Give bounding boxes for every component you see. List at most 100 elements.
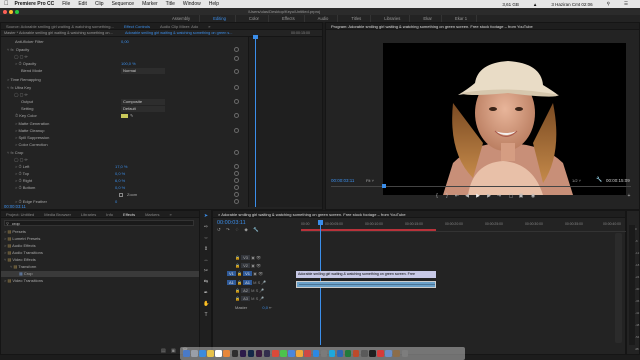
tab-media-browser[interactable]: Media Browser bbox=[39, 212, 76, 217]
word-icon[interactable] bbox=[336, 350, 344, 357]
acrobat-icon[interactable] bbox=[272, 350, 279, 357]
reset-icon[interactable] bbox=[234, 128, 239, 133]
crop-right-value[interactable]: 6,0 % bbox=[115, 178, 125, 184]
tab-sequence[interactable]: × Adorable smiling girl waiting & watchi… bbox=[213, 212, 411, 217]
new-item-icon[interactable]: ▣ bbox=[171, 348, 176, 354]
reset-icon[interactable] bbox=[234, 164, 239, 169]
playhead[interactable] bbox=[255, 37, 256, 207]
terminal-icon[interactable] bbox=[231, 350, 239, 357]
row-opacity-group[interactable]: ˅ fx Opacity bbox=[7, 47, 29, 53]
launchpad-icon[interactable] bbox=[191, 350, 198, 357]
go-to-out-icon[interactable]: ⇥ bbox=[496, 193, 502, 199]
trash-dock-icon[interactable] bbox=[401, 350, 409, 357]
workspace-editing[interactable]: Editing bbox=[204, 15, 236, 22]
tab-audio-clip-mixer[interactable]: Audio Clip Mixer: Ado bbox=[155, 24, 203, 29]
step-forward-icon[interactable]: ▶ bbox=[486, 193, 492, 199]
powerpoint-icon[interactable] bbox=[352, 350, 360, 357]
youtube-icon[interactable] bbox=[377, 350, 384, 357]
app-store-icon[interactable] bbox=[312, 350, 319, 357]
calendar-icon[interactable] bbox=[215, 350, 222, 357]
rolling-edit-tool-icon[interactable]: ⇕ bbox=[203, 246, 209, 252]
close-window-button[interactable] bbox=[3, 9, 7, 14]
apple-icon[interactable]:  bbox=[4, 1, 9, 7]
skype-icon[interactable] bbox=[328, 350, 336, 357]
notes-icon[interactable] bbox=[207, 350, 214, 357]
track-select-tool-icon[interactable]: ⇨ bbox=[203, 224, 209, 230]
mask-tools-crop[interactable]: ◯ ▢ ✏ bbox=[14, 157, 28, 163]
workspace-audio[interactable]: Audio bbox=[309, 15, 339, 22]
folder-icon[interactable] bbox=[385, 350, 392, 357]
video-preview[interactable] bbox=[383, 43, 626, 195]
reset-icon[interactable] bbox=[234, 113, 239, 118]
step-back-icon[interactable]: ◀ bbox=[464, 193, 470, 199]
wifi-icon[interactable]: ▲ bbox=[533, 2, 537, 7]
minimize-window-button[interactable] bbox=[9, 9, 13, 14]
mark-out-icon[interactable]: } bbox=[444, 193, 450, 199]
itunes-icon[interactable] bbox=[304, 350, 311, 357]
photoshop-icon[interactable] bbox=[247, 350, 255, 357]
safari-icon[interactable] bbox=[199, 350, 206, 357]
excel-icon[interactable] bbox=[344, 350, 352, 357]
row-matte-generation[interactable]: ˃ Matte Generation bbox=[15, 121, 49, 127]
row-matte-cleanup[interactable]: ˃ Matte Cleanup bbox=[15, 128, 44, 134]
rate-stretch-tool-icon[interactable]: ↔ bbox=[203, 257, 209, 263]
go-to-in-icon[interactable]: ⇤ bbox=[454, 193, 460, 199]
camera-icon[interactable]: ◉ bbox=[530, 193, 536, 199]
reset-icon[interactable] bbox=[234, 185, 239, 190]
finder-icon[interactable] bbox=[183, 350, 190, 357]
mini-timeline[interactable] bbox=[248, 35, 322, 207]
mark-in-icon[interactable]: { bbox=[434, 193, 440, 199]
ripple-edit-tool-icon[interactable]: ⇔ bbox=[203, 235, 209, 241]
tab-effect-controls[interactable]: Effect Controls bbox=[119, 24, 155, 29]
zoom-window-button[interactable] bbox=[15, 9, 19, 14]
playhead-handle[interactable] bbox=[253, 35, 258, 39]
tree-video-effects[interactable]: ˅ ▤ Video Effects bbox=[4, 257, 36, 263]
workspace-ekar-1[interactable]: Ekar 1 bbox=[446, 15, 478, 22]
track-header-v2[interactable]: 🔒 V2 ▣ 👁 bbox=[235, 263, 261, 269]
setting-select[interactable]: Default bbox=[121, 106, 165, 112]
menu-window[interactable]: Window bbox=[183, 1, 201, 7]
add-button-icon[interactable]: + bbox=[626, 193, 632, 199]
workspace-assembly[interactable]: Assembly bbox=[163, 15, 201, 22]
system-preferences-icon[interactable] bbox=[320, 350, 328, 357]
blend-mode-select[interactable]: Normal bbox=[121, 68, 165, 74]
extract-icon[interactable]: ▣ bbox=[518, 193, 524, 199]
row-color-correction[interactable]: ˃ Color Correction bbox=[15, 142, 48, 148]
mail-icon[interactable] bbox=[288, 350, 295, 357]
reset-icon[interactable] bbox=[234, 178, 239, 183]
tree-transform[interactable]: ˅ ▤ Transform bbox=[10, 264, 36, 270]
search-icon[interactable]: ⚲ bbox=[607, 1, 610, 7]
workspace-color[interactable]: Color bbox=[240, 15, 269, 22]
reset-icon[interactable] bbox=[234, 85, 239, 90]
play-icon[interactable]: ▶ bbox=[475, 193, 481, 199]
tree-lumetri-presets[interactable]: ˃ ▤ Lumetri Presets bbox=[4, 236, 40, 242]
workspace-titles[interactable]: Titles bbox=[342, 15, 372, 22]
edge-feather-value[interactable]: 0 bbox=[115, 199, 117, 205]
tree-video-transitions[interactable]: ˃ ▤ Video Transitions bbox=[4, 278, 43, 284]
screenflow-icon[interactable] bbox=[369, 350, 376, 357]
timeline-timecode[interactable]: 00:00:03:11 bbox=[217, 220, 246, 226]
tab-overflow[interactable]: » bbox=[203, 24, 215, 29]
menu-sequence[interactable]: Sequence bbox=[112, 1, 135, 7]
resolution-select[interactable]: 1/2 ˅ bbox=[572, 178, 581, 183]
tab-program[interactable]: Program: Adorable smiling girl waiting &… bbox=[326, 24, 538, 29]
preview-icon[interactable] bbox=[361, 350, 368, 357]
key-color-swatch[interactable] bbox=[121, 114, 128, 118]
tree-audio-effects[interactable]: ˃ ▤ Audio Effects bbox=[4, 243, 36, 249]
zoom-checkbox[interactable] bbox=[119, 193, 123, 197]
menu-edit[interactable]: Edit bbox=[78, 1, 87, 7]
effect-controls-timecode[interactable]: 00:00:03:11 bbox=[4, 204, 26, 209]
type-tool-icon[interactable]: T bbox=[203, 312, 209, 318]
after-effects-icon[interactable] bbox=[255, 350, 263, 357]
reset-icon[interactable] bbox=[234, 47, 239, 52]
clip-v1-video[interactable]: Adorable smiling girl waiting & watching… bbox=[296, 271, 436, 278]
crop-top-value[interactable]: 0,0 % bbox=[115, 171, 125, 177]
track-header-a3[interactable]: 🔒 A3 M S 🎤 bbox=[235, 296, 264, 302]
menu-help[interactable]: Help bbox=[209, 1, 219, 7]
program-timecode[interactable]: 00:00:03:11 bbox=[331, 178, 354, 183]
reset-icon[interactable] bbox=[234, 56, 239, 61]
tab-source[interactable]: Source: Adorable smiling girl waiting & … bbox=[1, 24, 119, 29]
tree-presets[interactable]: ˃ ▤ Presets bbox=[4, 229, 26, 235]
reset-icon[interactable] bbox=[234, 192, 239, 197]
timeline-scrollbar[interactable] bbox=[615, 233, 622, 343]
